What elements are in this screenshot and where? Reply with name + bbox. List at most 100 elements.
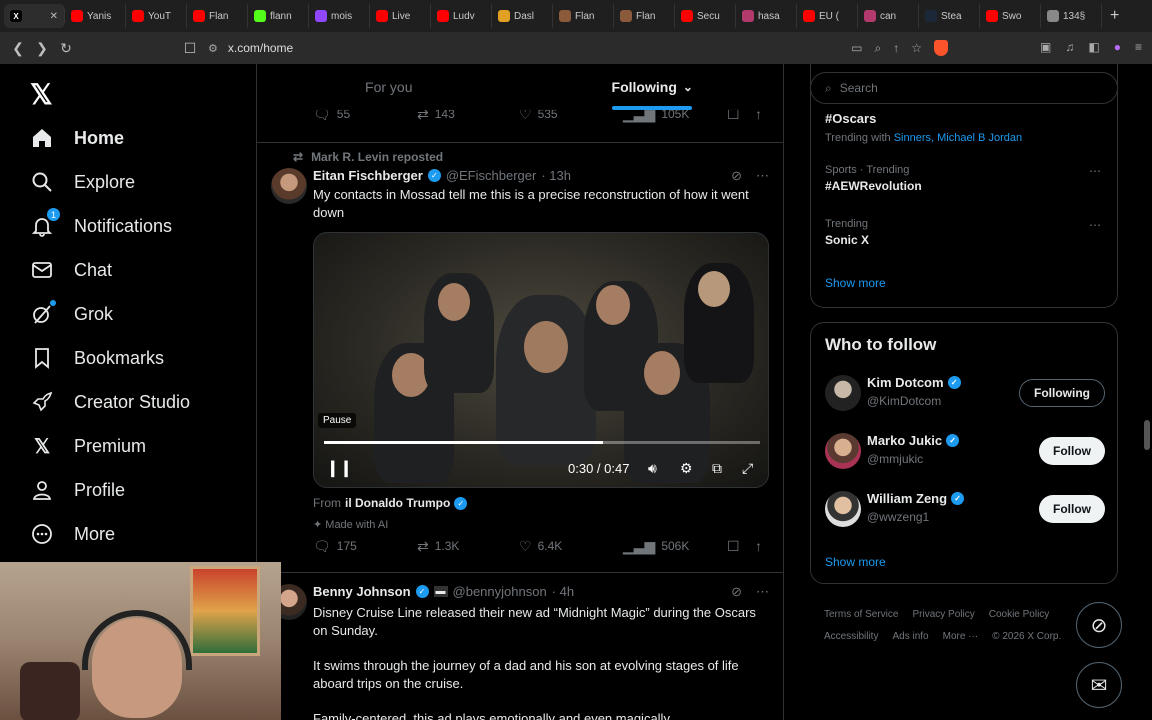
views-button[interactable]: ▁▃▆ 506K [623,538,689,555]
footer-ads-info[interactable]: Ads info [892,631,928,642]
menu-icon[interactable]: ≡ [1135,40,1142,54]
cast-icon[interactable]: ▭ [851,41,862,55]
follow-suggestion[interactable]: Marko Jukic ✓ @mmjukic Follow [825,431,1105,471]
post-time[interactable]: · 13h [541,168,571,183]
browser-tab[interactable]: YouT [126,4,187,28]
show-more-link[interactable]: Show more [825,276,1105,290]
more-options-icon[interactable]: ⋯ [1089,218,1101,232]
browser-tab[interactable]: Ludv [431,4,492,28]
nav-grok[interactable]: Grok [30,300,113,326]
x-logo[interactable]: 𝕏 [30,78,53,111]
close-tab-icon[interactable]: ✕ [50,11,58,22]
post-time[interactable]: · 4h [552,584,574,599]
wallet-icon[interactable]: ▣ [1040,40,1051,54]
browser-tab[interactable]: Swo [980,4,1041,28]
volume-icon[interactable]: 🔊︎ [648,460,657,477]
bookmark-page-icon[interactable]: ☐ [178,40,202,57]
leo-icon[interactable]: ● [1114,40,1121,54]
source-account-link[interactable]: il Donaldo Trumpo [345,496,450,510]
follow-button[interactable]: Follow [1039,495,1105,523]
browser-tab[interactable]: hasa [736,4,797,28]
following-button[interactable]: Following [1019,379,1105,407]
fullscreen-icon[interactable]: ⤢ [742,460,753,477]
scrollbar[interactable] [1144,420,1150,450]
search-input[interactable]: ⌕ Search [810,72,1118,104]
browser-tab[interactable]: Flan [187,4,248,28]
trend-item[interactable]: Sports · Trending #AEWRevolution ⋯ [825,164,1105,193]
nav-creator-studio[interactable]: Creator Studio [30,390,190,414]
messages-fab-icon[interactable]: ✉ [1076,662,1122,708]
footer-terms[interactable]: Terms of Service [824,609,898,620]
nav-more[interactable]: More [30,522,115,546]
repost-button[interactable]: ⇄ 1.3K [417,538,459,555]
author-name[interactable]: Benny Johnson [313,584,411,599]
nav-home[interactable]: Home [30,126,124,150]
avatar[interactable] [825,433,861,469]
video-progress-bar[interactable] [324,441,760,444]
browser-tab[interactable]: Yanis [65,4,126,28]
browser-tab[interactable]: EU ( [797,4,858,28]
reply-button[interactable]: 🗨︎ 175 [313,538,357,555]
browser-tab[interactable]: 134§ [1041,4,1102,28]
more-options-icon[interactable]: ⋯ [756,584,769,600]
follow-button[interactable]: Follow [1039,437,1105,465]
brave-shields-icon[interactable] [934,40,948,56]
browser-tab[interactable]: Dasl [492,4,553,28]
nav-bookmarks[interactable]: Bookmarks [30,346,164,370]
author-handle[interactable]: @bennyjohnson [453,584,547,599]
avatar[interactable] [825,491,861,527]
reload-icon[interactable]: ↻ [54,40,78,57]
browser-tab[interactable]: can [858,4,919,28]
back-icon[interactable]: ❮ [6,40,30,57]
trend-item[interactable]: #Oscars Trending with Sinners, Michael B… [825,108,1105,144]
nav-chat[interactable]: Chat [30,258,112,282]
share-post-button[interactable]: ↑ [755,538,762,554]
show-more-link[interactable]: Show more [825,555,886,569]
bookmark-star-icon[interactable]: ☆ [911,41,922,55]
site-info-icon[interactable]: ⚙ [208,42,218,55]
nav-explore[interactable]: Explore [30,170,135,194]
tab-for-you[interactable]: For you [257,64,521,110]
share-icon[interactable]: ↑ [893,41,899,55]
browser-tab[interactable]: Stea [919,4,980,28]
footer-cookie[interactable]: Cookie Policy [989,609,1050,620]
avatar[interactable] [825,375,861,411]
nav-profile[interactable]: Profile [30,478,125,502]
grok-icon[interactable]: ⊘ [731,168,742,184]
new-tab-icon[interactable]: + [1110,7,1119,25]
pause-icon[interactable]: ❙❙ [326,458,353,478]
footer-more[interactable]: More ··· [943,631,979,642]
browser-tab[interactable]: Live [370,4,431,28]
settings-icon[interactable]: ⚙ [680,460,693,477]
repost-indicator[interactable]: ⇄ Mark R. Levin reposted [293,150,443,164]
video-player[interactable]: Pause ❙❙ 0:30 / 0:47 🔊︎ ⚙ ⧉ ⤢ [313,232,769,488]
browser-tab[interactable]: Secu [675,4,736,28]
follow-suggestion[interactable]: Kim Dotcom ✓ @KimDotcom Following [825,373,1105,413]
nav-notifications[interactable]: 1 Notifications [30,208,172,238]
author-name[interactable]: Eitan Fischberger [313,168,423,183]
zoom-icon[interactable]: ⌕ [875,41,882,56]
author-handle[interactable]: @EFischberger [446,168,537,183]
nav-premium[interactable]: 𝕏 Premium [30,434,146,458]
grok-fab-icon[interactable]: ⊘ [1076,602,1122,648]
like-button[interactable]: ♡ 6.4K [519,538,562,555]
music-icon[interactable]: ♫ [1065,40,1074,54]
browser-tab[interactable]: Flan [614,4,675,28]
browser-tab[interactable]: mois [309,4,370,28]
avatar[interactable] [271,168,307,204]
footer-accessibility[interactable]: Accessibility [824,631,878,642]
forward-icon[interactable]: ❯ [30,40,54,57]
trend-with-links[interactable]: Sinners, Michael B Jordan [894,132,1022,144]
browser-tab[interactable]: Flan [553,4,614,28]
trend-item[interactable]: Trending Sonic X ⋯ [825,218,1105,247]
footer-privacy[interactable]: Privacy Policy [912,609,974,620]
browser-tab[interactable]: X ✕ [4,4,65,28]
bookmark-post-button[interactable]: ☐ [727,538,740,555]
pip-icon[interactable]: ⧉ [712,460,722,477]
address-bar[interactable]: ⚙ x.com/home ▭ ⌕ ↑ ☆ [208,36,948,60]
sidebar-toggle-icon[interactable]: ◧ [1088,40,1099,54]
grok-icon[interactable]: ⊘ [731,584,742,600]
follow-suggestion[interactable]: William Zeng ✓ @wwzeng1 Follow [825,489,1105,529]
tab-following[interactable]: Following ⌄ [521,64,784,110]
more-options-icon[interactable]: ⋯ [756,168,769,184]
